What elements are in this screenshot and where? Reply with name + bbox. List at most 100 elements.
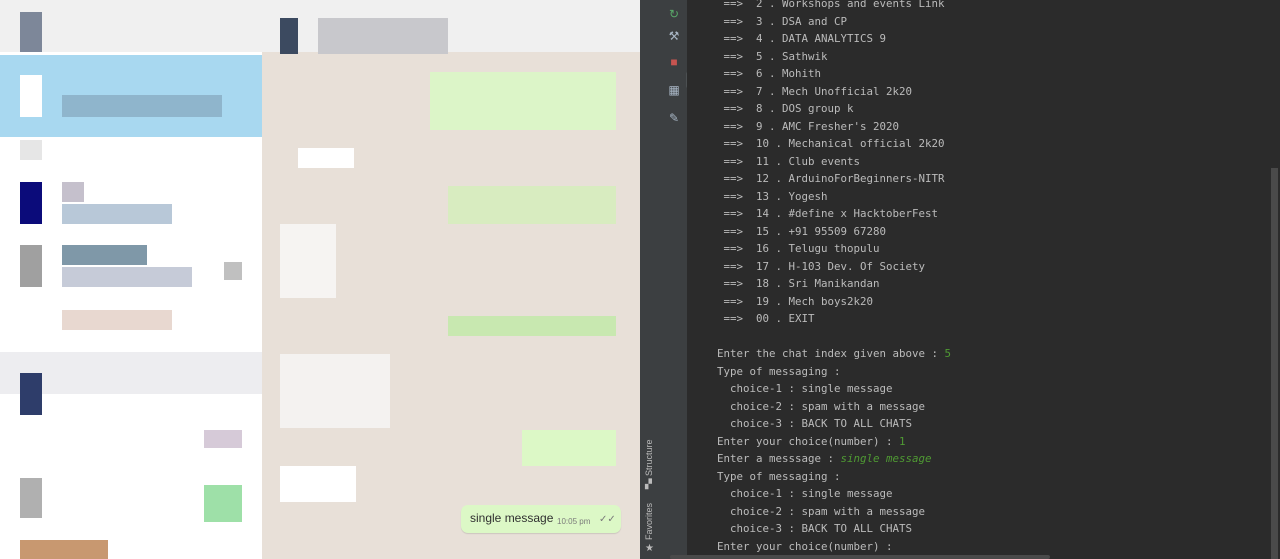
avatar[interactable] xyxy=(20,140,42,160)
console-line: choice-2 : spam with a message xyxy=(717,400,925,413)
rerun-icon[interactable]: ↻ xyxy=(665,6,683,22)
console-text: choice-1 : single message xyxy=(717,487,893,500)
message-bubble xyxy=(522,430,616,466)
console-line: ==> 19 . Mech boys2k20 xyxy=(717,294,874,308)
console-text: ==> 14 . #define x HacktoberFest xyxy=(717,207,939,220)
avatar xyxy=(20,75,42,117)
stop-icon[interactable]: ■ xyxy=(665,54,683,70)
avatar[interactable] xyxy=(20,245,42,287)
console-line: Type of messaging : xyxy=(717,470,841,483)
console-text: Enter a messsage : xyxy=(717,452,841,465)
message-bubble xyxy=(430,72,616,130)
console-text: ==> 19 . Mech boys2k20 xyxy=(717,294,874,308)
console-line: ==> 5 . Sathwik xyxy=(717,50,828,63)
run-toolbar: ↻ ↑ ↓ ⚒ ■ ⤶ ▦ ⇊ ✎ ⎙ 🗑 xyxy=(661,0,704,559)
structure-tab[interactable]: Structure xyxy=(644,439,654,476)
console-text: ==> 18 . Sri Manikandan xyxy=(717,277,880,290)
chat-badge xyxy=(204,485,242,522)
chat-title xyxy=(62,245,147,265)
user-input: single message xyxy=(840,452,932,465)
console-line: Type of messaging : xyxy=(717,365,841,378)
console-line: ==> 2 . Workshops and events Link xyxy=(717,0,945,10)
whatsapp-window: single message 10:05 pm ✓✓ xyxy=(0,0,640,559)
console-line: ==> 16 . Telugu thopulu xyxy=(717,242,880,255)
structure-icon: ▞ xyxy=(645,479,652,489)
console-line: choice-1 : single message xyxy=(717,382,893,395)
console-line: ==> 18 . Sri Manikandan xyxy=(717,277,880,290)
console-text: choice-3 : BACK TO ALL CHATS xyxy=(717,417,913,430)
console-line: ==> 00 . EXIT xyxy=(717,312,815,325)
console-text: ==> 16 . Telugu thopulu xyxy=(717,242,880,255)
console-line: ==> 15 . +91 95509 67280 xyxy=(717,225,887,238)
console-text: ==> 11 . Club events xyxy=(717,154,861,168)
console-text: Enter your choice(number) : xyxy=(717,539,900,553)
console-line: Enter a messsage : single message xyxy=(717,452,932,465)
console-line: ==> 17 . H-103 Dev. Of Society xyxy=(717,259,926,273)
console-text: choice-3 : BACK TO ALL CHATS xyxy=(717,522,913,535)
chat-list[interactable] xyxy=(0,0,262,559)
console-line: choice-3 : BACK TO ALL CHATS xyxy=(717,522,912,535)
console-line: ==> 9 . AMC Fresher's 2020 xyxy=(717,120,900,133)
conversation-pane xyxy=(262,0,640,559)
avatar[interactable] xyxy=(20,478,42,518)
chat-badge xyxy=(204,430,242,448)
chat-title xyxy=(62,182,84,202)
console-text: Enter the chat index given above : xyxy=(717,347,945,360)
chat-preview xyxy=(62,267,192,287)
console-line: ==> 4 . DATA ANALYTICS 9 xyxy=(717,32,887,45)
console-text: ==> 8 . DOS group k xyxy=(717,102,854,115)
console-text: choice-2 : spam with a message xyxy=(717,399,926,413)
console-text: ==> 00 . EXIT xyxy=(717,312,815,325)
message-text: single message xyxy=(470,511,554,525)
horizontal-scrollbar[interactable] xyxy=(670,555,1050,559)
avatar xyxy=(20,373,42,415)
read-ticks-icon: ✓✓ xyxy=(599,514,616,525)
avatar[interactable] xyxy=(20,182,42,224)
console-text: ==> 4 . DATA ANALYTICS 9 xyxy=(717,32,887,45)
console-text: choice-1 : single message xyxy=(717,382,893,395)
console-text: ==> 10 . Mechanical official 2k20 xyxy=(717,137,945,150)
vertical-scrollbar[interactable] xyxy=(1271,168,1278,559)
console-text: ==> 7 . Mech Unofficial 2k20 xyxy=(717,84,913,98)
message-bubble xyxy=(448,316,616,336)
message-bubble xyxy=(298,148,354,168)
sent-message-bubble: single message 10:05 pm ✓✓ xyxy=(461,505,621,533)
chat-title xyxy=(62,310,172,330)
favorites-tab[interactable]: Favorites xyxy=(644,503,654,540)
user-input: 5 xyxy=(944,347,952,360)
message-bubble xyxy=(280,354,390,428)
user-input: 1 xyxy=(899,434,906,448)
avatar[interactable] xyxy=(280,18,298,54)
console-text: ==> 12 . ArduinoForBeginners-NITR xyxy=(717,172,945,185)
console-line: ==> 14 . #define x HacktoberFest xyxy=(717,207,939,220)
console-line: ==> 3 . DSA and CP xyxy=(717,15,848,28)
avatar[interactable] xyxy=(20,12,42,52)
console-line: choice-1 : single message xyxy=(717,487,893,500)
console-line: choice-3 : BACK TO ALL CHATS xyxy=(717,417,912,430)
console-text: ==> 2 . Workshops and events Link xyxy=(717,0,945,10)
chat-time xyxy=(224,262,242,280)
chat-preview xyxy=(62,204,172,224)
star-icon: ★ xyxy=(645,543,654,554)
conversation-title xyxy=(318,18,448,54)
layout-icon[interactable]: ▦ xyxy=(665,82,683,98)
console-output[interactable]: ==> 2 . Workshops and events Link ==> 3 … xyxy=(687,0,1280,559)
console-line: ==> 10 . Mechanical official 2k20 xyxy=(717,137,945,150)
side-tool-strip: Structure Favorites ▞ ★ xyxy=(640,0,662,559)
console-text: ==> 6 . Mohith xyxy=(717,67,822,80)
console-text: choice-2 : spam with a message xyxy=(717,504,926,518)
console-text: ==> 13 . Yogesh xyxy=(717,189,828,203)
console-text: ==> 17 . H-103 Dev. Of Society xyxy=(717,259,926,273)
chat-item[interactable] xyxy=(20,540,108,559)
wrench-icon[interactable]: ⚒ xyxy=(665,28,683,44)
pin-icon[interactable]: ✎ xyxy=(665,110,683,126)
console-line: Enter the chat index given above : 5 xyxy=(717,347,951,360)
console-line: Enter your choice(number) : xyxy=(717,540,899,553)
console-line: ==> 11 . Club events xyxy=(717,154,861,168)
console-line: ==> 8 . DOS group k xyxy=(717,102,854,115)
console-line: choice-2 : spam with a message xyxy=(717,505,925,518)
message-time: 10:05 pm xyxy=(557,517,591,526)
ide-run-window: Structure Favorites ▞ ★ ↻ ↑ ↓ ⚒ ■ ⤶ ▦ ⇊ … xyxy=(640,0,1280,559)
console-line: ==> 7 . Mech Unofficial 2k20 xyxy=(717,84,913,98)
console-text: ==> 5 . Sathwik xyxy=(717,49,828,63)
